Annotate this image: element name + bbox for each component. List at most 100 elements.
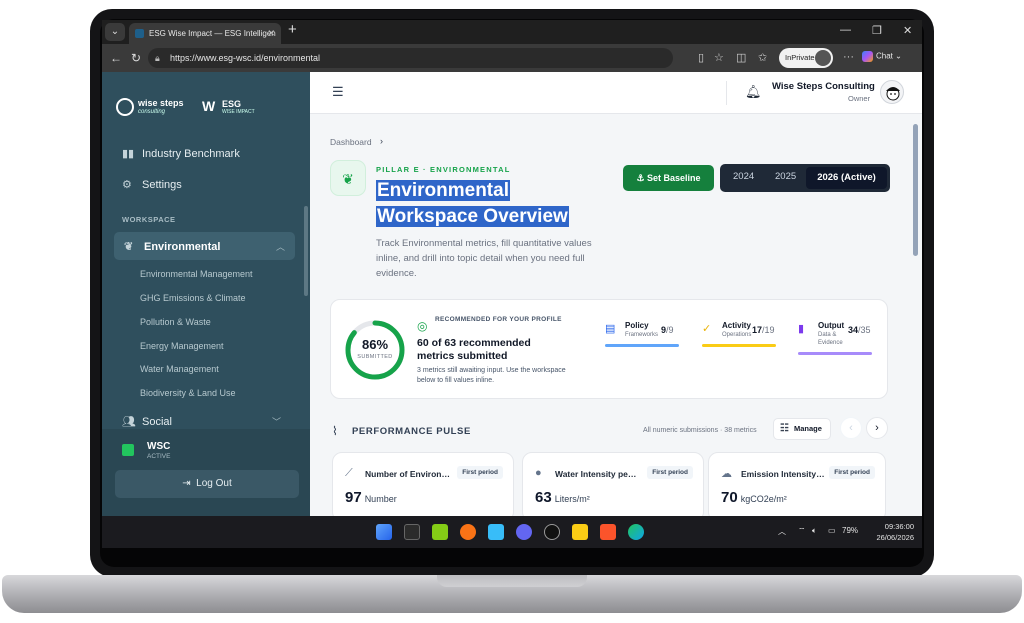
recommended-headline: 60 of 63 recommended metrics submitted [417, 337, 531, 362]
tab-actions-icon[interactable]: ⌄ [105, 23, 125, 41]
address-bar[interactable]: 🔒︎ https://www.esg-wsc.id/environmental [148, 48, 673, 68]
refresh-icon[interactable]: ↻ [131, 51, 141, 65]
sidebar-item-social[interactable]: 👥︎ Social ﹀ [122, 415, 281, 428]
collapse-menu-icon[interactable]: ☰ [332, 84, 344, 100]
threads-icon[interactable] [544, 524, 560, 540]
sidebar-sub-item[interactable]: Water Management [140, 364, 219, 374]
split-screen-icon[interactable]: ◫ [736, 51, 746, 64]
battery-level: 79% [842, 526, 859, 535]
main-scrollbar[interactable] [913, 124, 918, 256]
brave-icon[interactable] [600, 524, 616, 540]
app-icon[interactable] [460, 524, 476, 540]
year-2026-active[interactable]: 2026 (Active) [806, 167, 887, 189]
divider [726, 81, 727, 105]
sidebar-sub-item[interactable]: Environmental Management [140, 269, 253, 279]
app-icon[interactable] [488, 524, 504, 540]
page-title: Environmental Workspace Overview [376, 178, 606, 230]
brand: wise steps consulting W ESG WISE IMPACT [116, 98, 296, 122]
edge-icon[interactable] [628, 524, 644, 540]
profile-avatar [815, 50, 831, 66]
bell-icon[interactable]: 🔔︎ [745, 84, 762, 100]
app-icon[interactable] [432, 524, 448, 540]
stat-activity[interactable]: ✓ Activity Operations 17/19 [702, 321, 776, 358]
metric-value-num: 70 [721, 489, 738, 506]
sidebar-scrollbar[interactable] [304, 206, 308, 296]
minimize-icon[interactable]: — [840, 24, 851, 36]
page-description: Track Environmental metrics, fill quanti… [376, 238, 592, 279]
sidebar-sub-item[interactable]: Pollution & Waste [140, 317, 211, 327]
stat-policy[interactable]: ▤ Policy Frameworks 9/9 [605, 321, 679, 358]
stat-value: 34/35 [848, 325, 871, 335]
favorite-star-icon[interactable]: ☆ [714, 51, 724, 64]
chat-button[interactable]: Chat ⌄ [862, 51, 902, 62]
brand-one-sub: consulting [138, 109, 166, 115]
next-arrow-button[interactable]: › [866, 417, 888, 439]
favorites-icon[interactable]: ✩ [758, 51, 767, 64]
chat-label: Chat [876, 51, 893, 61]
chart-icon: ▮ [798, 323, 805, 335]
browser-tab[interactable]: ESG Wise Impact — ESG Intelligen ✕ [129, 23, 281, 44]
chevron-up-icon[interactable]: ︿ [778, 526, 786, 537]
droplet-icon: ● [535, 467, 542, 479]
folder-icon[interactable] [572, 524, 588, 540]
set-baseline-label: Set Baseline [647, 173, 701, 183]
restore-icon[interactable]: ❐ [872, 24, 882, 37]
volume-icon[interactable]: 🔈︎ [812, 526, 817, 536]
start-icon[interactable] [376, 524, 392, 540]
sidebar-sub-item[interactable]: GHG Emissions & Climate [140, 293, 246, 303]
user-name[interactable]: Wise Steps Consulting [772, 81, 875, 92]
sidebar: wise steps consulting W ESG WISE IMPACT … [102, 72, 310, 516]
tab-title: ESG Wise Impact — ESG Intelligen [149, 29, 276, 38]
stat-value-total: /9 [666, 325, 674, 335]
wise-steps-logo-icon [116, 98, 134, 116]
close-tab-icon[interactable]: ✕ [267, 23, 275, 44]
close-window-icon[interactable]: ✕ [903, 24, 912, 37]
terminal-icon[interactable] [404, 524, 420, 540]
year-2025[interactable]: 2025 [775, 171, 796, 182]
year-2024[interactable]: 2024 [733, 171, 754, 182]
stat-value-num: 34 [848, 325, 859, 335]
reader-icon[interactable]: ▯ [698, 51, 704, 64]
stat-output[interactable]: ▮ Output Data & Evidence 34/35 [798, 321, 872, 358]
stat-bar [702, 344, 776, 347]
inprivate-button[interactable]: InPrivate [779, 48, 833, 68]
logout-icon: ⇥ [182, 478, 191, 489]
pulse-note: All numeric submissions · 38 metrics [643, 427, 757, 434]
metric-badge: First period [457, 466, 503, 479]
wifi-icon[interactable]: ⌔ [798, 526, 806, 536]
stat-sub: Operations [722, 332, 752, 338]
sidebar-item-environmental[interactable]: ❦ Environmental ︿ [114, 232, 295, 260]
sidebar-sub-item[interactable]: Biodiversity & Land Use [140, 388, 236, 398]
progress-label: SUBMITTED [357, 354, 393, 360]
sidebar-item-label: Industry Benchmark [142, 148, 240, 160]
stat-bar [605, 344, 679, 347]
metric-card[interactable]: ● Water Intensity pe… First period 63 Lit… [522, 452, 704, 516]
sidebar-sub-item[interactable]: Energy Management [140, 341, 224, 351]
sidebar-item-label: Social [142, 416, 172, 428]
prev-arrow-button[interactable]: ‹ [840, 417, 862, 439]
sidebar-item-settings[interactable]: ⚙ Settings [122, 178, 182, 191]
back-icon[interactable]: ← [110, 51, 122, 65]
metric-card[interactable]: ☁ Emission Intensity… First period 70 kgC… [708, 452, 886, 516]
brand-one: wise steps [138, 98, 184, 108]
clock-date: 26/06/2026 [876, 533, 914, 542]
metric-badge: First period [647, 466, 693, 479]
new-tab-icon[interactable]: + [288, 21, 297, 38]
metric-unit: Liters/m² [554, 494, 590, 504]
clock[interactable]: 09:36:00 26/06/2026 [866, 521, 914, 543]
avatar[interactable] [880, 80, 904, 104]
set-baseline-button[interactable]: ⚓︎ Set Baseline [623, 165, 714, 191]
more-menu-icon[interactable]: ··· [843, 51, 854, 63]
pulse-icon: ⌇ [332, 424, 338, 438]
sidebar-item-industry-benchmark[interactable]: ▮▮ Industry Benchmark [122, 147, 240, 160]
browser-toolbar: ← ↻ 🔒︎ https://www.esg-wsc.id/environmen… [102, 44, 922, 72]
manage-button[interactable]: ☷ Manage [773, 418, 831, 440]
battery-icon[interactable]: ▭ [828, 526, 836, 535]
lock-icon: 🔒︎ [155, 53, 160, 63]
breadcrumb[interactable]: Dashboard [330, 137, 372, 147]
logout-button[interactable]: ⇥ Log Out [115, 470, 299, 498]
metric-value: 70 kgCO2e/m² [721, 489, 787, 506]
metric-card[interactable]: ⟋ Number of Environ… First period 97 Numb… [332, 452, 514, 516]
app-icon[interactable] [516, 524, 532, 540]
target-icon: ◎ [417, 319, 428, 333]
